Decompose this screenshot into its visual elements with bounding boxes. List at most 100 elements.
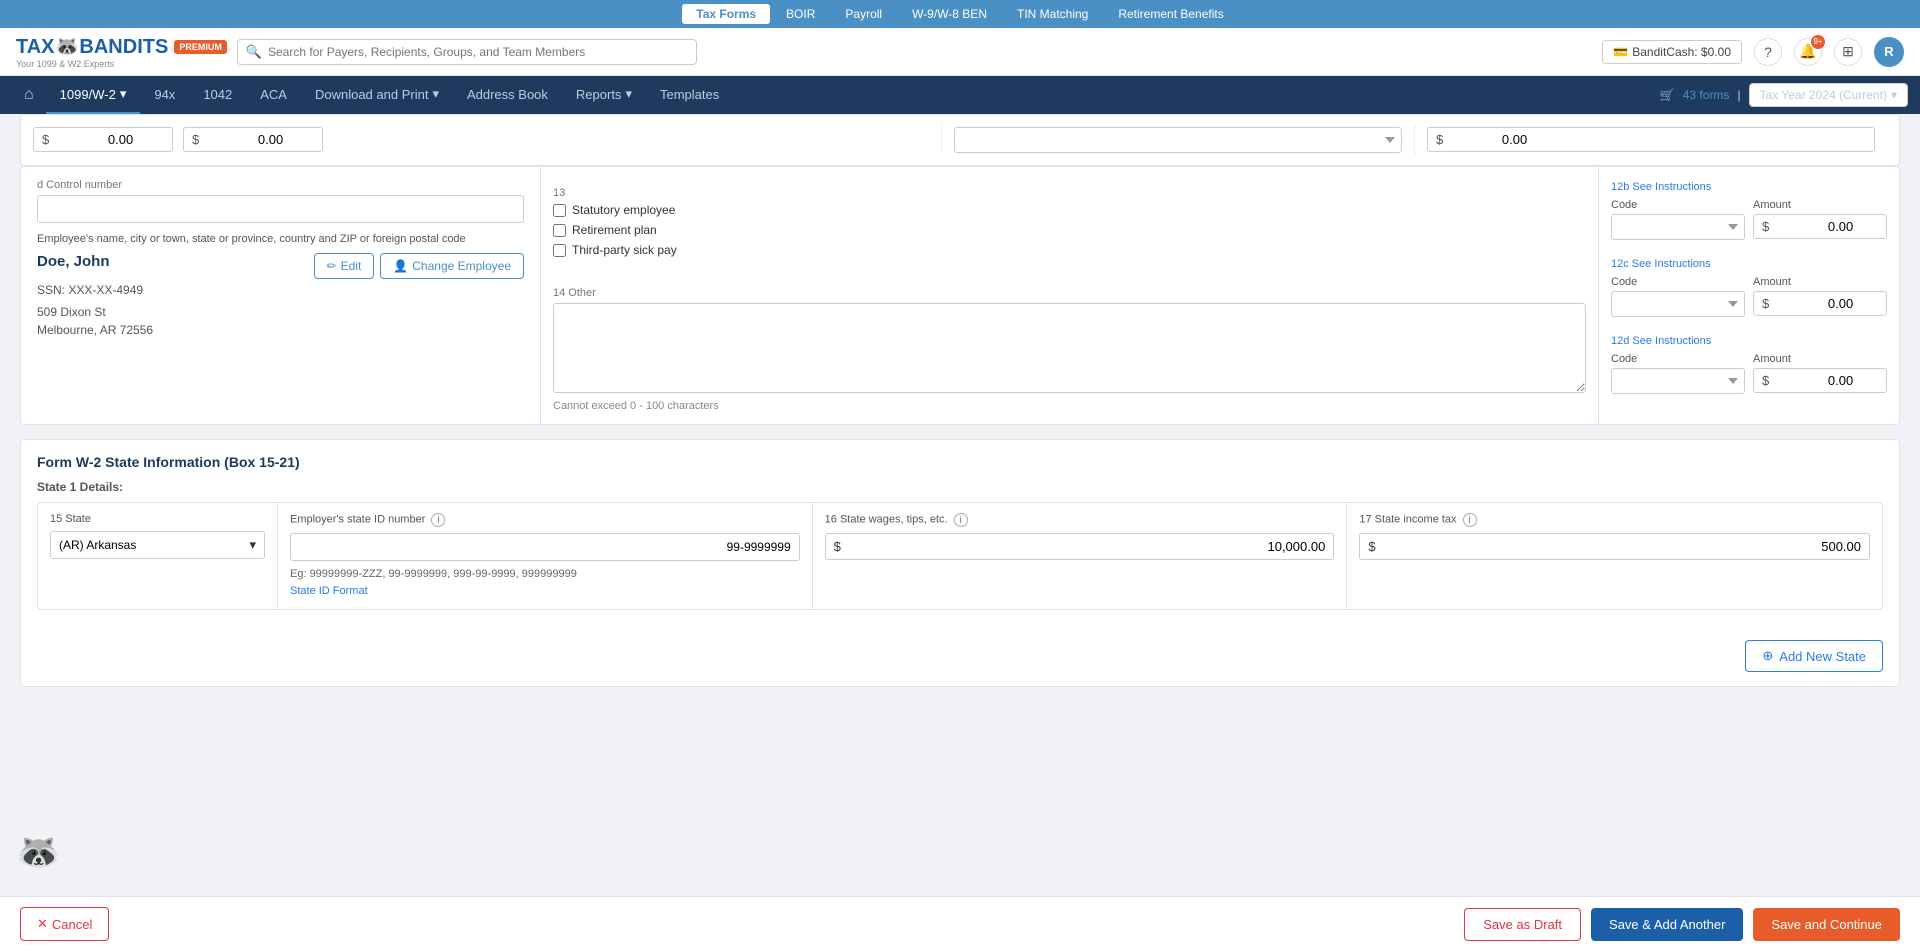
box17-amount-wrap[interactable]: $ (1359, 533, 1870, 560)
code-label-12d: Code (1611, 353, 1745, 365)
top-nav-payroll[interactable]: Payroll (831, 4, 896, 24)
box12c-row: Code Amount $ (1611, 276, 1887, 317)
amount-box-left[interactable]: $ (33, 127, 173, 152)
top-amounts-row: $ $ $ (20, 114, 1900, 166)
add-new-state-button[interactable]: ⊕ Add New State (1745, 640, 1883, 672)
state-id-hint: Eg: 99999999-ZZZ, 99-9999999, 999-99-999… (290, 566, 800, 599)
box12d-amount-wrap: Amount $ (1753, 353, 1887, 394)
box16-input[interactable] (845, 539, 1325, 554)
amount-label-12b: Amount (1753, 199, 1887, 211)
amount-box-right[interactable]: $ (183, 127, 323, 152)
combined-form-section: d Control number Employee's name, city o… (20, 166, 1900, 425)
box12c-amount-wrap: Amount $ (1753, 276, 1887, 317)
box12b-code-wrap: Code (1611, 199, 1745, 240)
amount-input-right[interactable] (203, 132, 283, 147)
employer-id-info-icon[interactable]: i (431, 513, 445, 527)
box12b-row: Code Amount $ (1611, 199, 1887, 240)
nav-address-book[interactable]: Address Book (453, 77, 562, 114)
right-amount[interactable]: $ (1427, 127, 1875, 152)
edit-button[interactable]: ✏ Edit (314, 253, 375, 279)
box12d-title[interactable]: 12d See Instructions (1611, 335, 1887, 347)
middle-dropdown[interactable] (954, 127, 1402, 153)
save-draft-button[interactable]: Save as Draft (1464, 908, 1581, 941)
dollar-sign-2: $ (192, 132, 199, 147)
save-continue-button[interactable]: Save and Continue (1753, 908, 1900, 941)
box12d-code-select[interactable] (1611, 368, 1745, 394)
box15-label: 15 State (50, 513, 265, 525)
box16-amount-wrap[interactable]: $ (825, 533, 1335, 560)
cart-link[interactable]: 43 forms (1683, 88, 1730, 102)
dollar-sign: $ (42, 132, 49, 147)
employee-name-row: Doe, John ✏ Edit 👤 Change Employee (37, 253, 524, 279)
amount-label-12c: Amount (1753, 276, 1887, 288)
chevron-down-icon: ▾ (249, 537, 256, 553)
code-label-12c: Code (1611, 276, 1745, 288)
x-icon: ✕ (37, 916, 48, 932)
box12c-code-wrap: Code (1611, 276, 1745, 317)
nav-94x[interactable]: 94x (140, 77, 189, 114)
control-number-input[interactable] (37, 195, 524, 223)
box17-input[interactable] (1380, 539, 1861, 554)
state-col-17: 17 State income tax i $ (1347, 503, 1882, 609)
amount-label-12d: Amount (1753, 353, 1887, 365)
dollar-12b: $ (1762, 219, 1769, 234)
box12b-code-select[interactable] (1611, 214, 1745, 240)
dollar-12c: $ (1762, 296, 1769, 311)
box12c-amount-input[interactable]: $ (1753, 291, 1887, 316)
footer-bar: ✕ Cancel Save as Draft Save & Add Anothe… (0, 896, 1920, 951)
save-add-another-button[interactable]: Save & Add Another (1591, 908, 1743, 941)
right-amount-input[interactable] (1447, 132, 1527, 147)
state-select-wrap[interactable]: (AR) Arkansas ▾ (50, 531, 265, 559)
box12d-amount-field[interactable] (1773, 373, 1853, 388)
state-col-employer-id: Employer's state ID number i Eg: 9999999… (278, 503, 813, 609)
box16-info-icon[interactable]: i (954, 513, 968, 527)
nav-download-print[interactable]: Download and Print ▾ (301, 76, 453, 114)
plus-icon: ⊕ (1762, 648, 1773, 664)
checkbox-statutory-input[interactable] (553, 204, 566, 217)
top-nav-retirement[interactable]: Retirement Benefits (1104, 4, 1237, 24)
top-nav-tax-forms[interactable]: Tax Forms (682, 4, 770, 24)
box17-info-icon[interactable]: i (1463, 513, 1477, 527)
change-employee-button[interactable]: 👤 Change Employee (380, 253, 524, 279)
control-num-label: d Control number (37, 179, 524, 191)
bandit-cash[interactable]: 💳 BanditCash: $0.00 (1602, 40, 1742, 64)
search-input[interactable] (268, 45, 688, 59)
box12c-title[interactable]: 12c See Instructions (1611, 258, 1887, 270)
dollar-12d: $ (1762, 373, 1769, 388)
nav-1099-w2[interactable]: 1099/W-2 ▾ (46, 76, 141, 114)
wallet-icon: 💳 (1613, 45, 1628, 59)
nav-aca[interactable]: ACA (246, 77, 301, 114)
notification-button[interactable]: 🔔 9+ (1794, 38, 1822, 66)
header: TAX🦝BANDITS PREMIUM Your 1099 & W2 Exper… (0, 28, 1920, 76)
state-section: Form W-2 State Information (Box 15-21) S… (20, 439, 1900, 687)
box12b-amount-field[interactable] (1773, 219, 1853, 234)
top-nav-boir[interactable]: BOIR (772, 4, 829, 24)
box12d-amount-input[interactable]: $ (1753, 368, 1887, 393)
box12c-amount-field[interactable] (1773, 296, 1853, 311)
top-nav-w9[interactable]: W-9/W-8 BEN (898, 4, 1001, 24)
state-id-format-link[interactable]: State ID Format (290, 585, 368, 597)
nav-reports[interactable]: Reports ▾ (562, 76, 646, 114)
nav-1042[interactable]: 1042 (189, 77, 246, 114)
box12c-code-select[interactable] (1611, 291, 1745, 317)
checkbox-third-party-label: Third-party sick pay (572, 243, 677, 257)
help-button[interactable]: ? (1754, 38, 1782, 66)
box12b-amount-input[interactable]: $ (1753, 214, 1887, 239)
tax-year-button[interactable]: Tax Year 2024 (Current) ▾ (1749, 83, 1908, 107)
nav-templates[interactable]: Templates (646, 77, 733, 114)
search-bar[interactable]: 🔍 (237, 39, 697, 65)
state-select[interactable]: (AR) Arkansas (59, 538, 245, 552)
grid-button[interactable]: ⊞ (1834, 38, 1862, 66)
home-button[interactable]: ⌂ (12, 78, 46, 112)
amount-input-left[interactable] (53, 132, 133, 147)
box12b-title[interactable]: 12b See Instructions (1611, 181, 1887, 193)
top-nav-tin[interactable]: TIN Matching (1003, 4, 1102, 24)
box14-textarea[interactable] (553, 303, 1586, 393)
checkbox-retirement-input[interactable] (553, 224, 566, 237)
state-col-16: 16 State wages, tips, etc. i $ (813, 503, 1348, 609)
employer-state-id-input[interactable] (290, 533, 800, 561)
checkbox-third-party-input[interactable] (553, 244, 566, 257)
cancel-button[interactable]: ✕ Cancel (20, 907, 109, 941)
state-grid: 15 State (AR) Arkansas ▾ Employer's stat… (37, 502, 1883, 610)
user-avatar[interactable]: R (1874, 37, 1904, 67)
